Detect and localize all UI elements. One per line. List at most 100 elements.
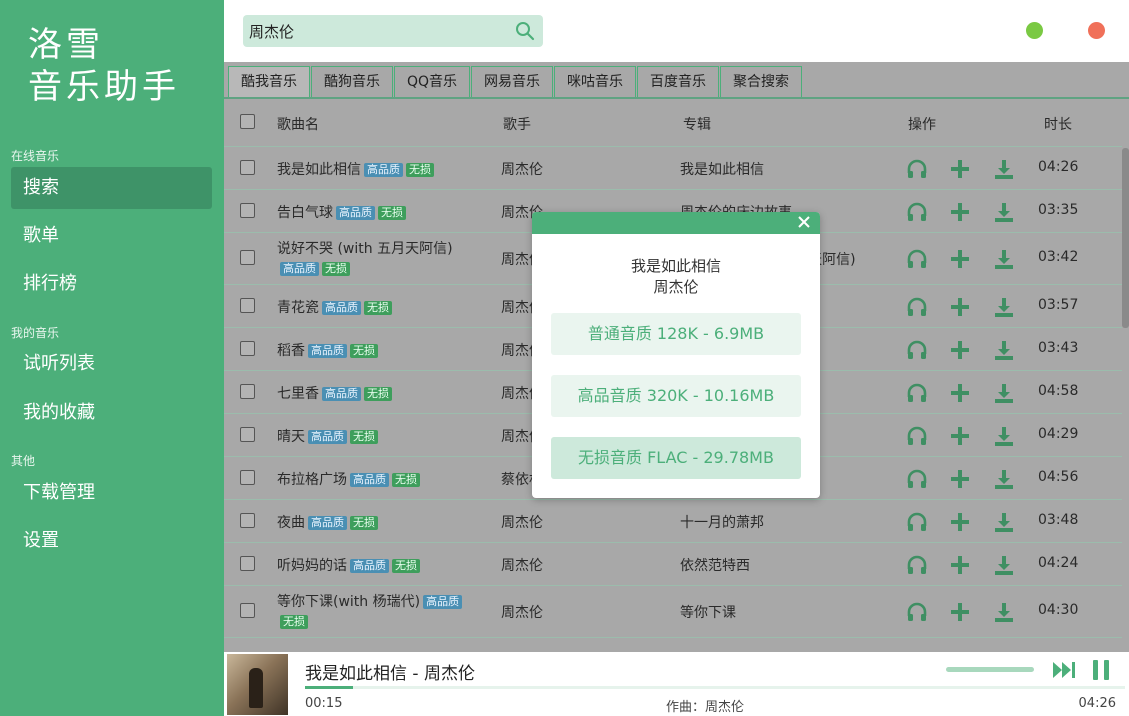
download-icon[interactable] xyxy=(993,425,1015,447)
add-icon[interactable] xyxy=(949,425,971,447)
tab-5[interactable]: 咪咕音乐 xyxy=(554,66,637,99)
add-icon[interactable] xyxy=(949,201,971,223)
row-checkbox[interactable] xyxy=(240,384,255,399)
download-icon[interactable] xyxy=(993,601,1015,623)
sidebar-item-search[interactable]: 搜索 xyxy=(11,167,212,209)
row-checkbox[interactable] xyxy=(240,160,255,175)
song-name-text: 青花瓷 xyxy=(277,300,319,316)
listen-icon[interactable] xyxy=(906,425,928,447)
song-album: 我是如此相信 xyxy=(680,162,764,178)
row-checkbox[interactable] xyxy=(240,556,255,571)
song-artist: 周杰伦 xyxy=(501,515,543,531)
download-icon[interactable] xyxy=(993,248,1015,270)
song-duration: 04:24 xyxy=(1038,555,1079,571)
sidebar-item-favorites[interactable]: 我的收藏 xyxy=(11,392,212,434)
song-artist: 周杰伦 xyxy=(501,558,543,574)
sidebar-item-downloads[interactable]: 下载管理 xyxy=(11,472,212,514)
song-artist: 周杰伦 xyxy=(501,605,543,621)
tab-2[interactable]: 酷狗音乐 xyxy=(311,66,393,99)
dialog-artist: 周杰伦 xyxy=(653,278,699,296)
volume-slider[interactable] xyxy=(946,667,1034,672)
table-row[interactable]: 我是如此相信 高品质 无损 周杰伦 我是如此相信 04:26 xyxy=(224,147,1122,190)
row-checkbox[interactable] xyxy=(240,298,255,313)
tab-7[interactable]: 聚合搜索 xyxy=(720,66,803,99)
song-name-text: 听妈妈的话 xyxy=(277,558,347,574)
row-checkbox[interactable] xyxy=(240,341,255,356)
search-input[interactable] xyxy=(249,19,509,43)
minimize-button[interactable] xyxy=(1026,22,1043,39)
listen-icon[interactable] xyxy=(906,554,928,576)
song-name-text: 告白气球 xyxy=(277,205,333,221)
table-row[interactable]: 听妈妈的话 高品质 无损 周杰伦 依然范特西 04:24 xyxy=(224,543,1122,586)
album-cover[interactable] xyxy=(227,654,288,715)
tab-1[interactable]: 酷我音乐 xyxy=(228,66,310,99)
add-icon[interactable] xyxy=(949,248,971,270)
add-icon[interactable] xyxy=(949,158,971,180)
sidebar-item-trial-list[interactable]: 试听列表 xyxy=(11,343,212,385)
row-checkbox[interactable] xyxy=(240,470,255,485)
tab-6[interactable]: 百度音乐 xyxy=(637,66,720,99)
logo-line-1: 洛雪 xyxy=(28,25,104,65)
row-checkbox[interactable] xyxy=(240,513,255,528)
next-track-icon[interactable] xyxy=(1051,659,1077,681)
add-icon[interactable] xyxy=(949,511,971,533)
badge-high-quality: 高品质 xyxy=(350,473,389,487)
table-row[interactable]: 夜曲 高品质 无损 周杰伦 十一月的萧邦 03:48 xyxy=(224,500,1122,543)
current-time: 00:15 xyxy=(305,696,343,711)
close-icon[interactable] xyxy=(796,214,812,230)
song-name: 我是如此相信 高品质 无损 xyxy=(277,159,434,179)
download-icon[interactable] xyxy=(993,296,1015,318)
add-icon[interactable] xyxy=(949,296,971,318)
search-icon[interactable] xyxy=(515,21,535,41)
sidebar-item-settings[interactable]: 设置 xyxy=(11,520,212,562)
listen-icon[interactable] xyxy=(906,468,928,490)
badge-lossless: 无损 xyxy=(350,430,378,444)
pause-icon[interactable] xyxy=(1090,659,1112,681)
header-artist: 歌手 xyxy=(503,117,531,133)
sidebar-item-playlist[interactable]: 歌单 xyxy=(11,215,212,257)
row-checkbox[interactable] xyxy=(240,427,255,442)
add-icon[interactable] xyxy=(949,601,971,623)
tab-4[interactable]: 网易音乐 xyxy=(471,66,554,99)
quality-flac-button[interactable]: 无损音质 FLAC - 29.78MB xyxy=(551,437,801,479)
add-icon[interactable] xyxy=(949,554,971,576)
dialog-song-title: 我是如此相信 xyxy=(630,257,721,275)
download-icon[interactable] xyxy=(993,382,1015,404)
listen-icon[interactable] xyxy=(906,382,928,404)
download-icon[interactable] xyxy=(993,158,1015,180)
row-checkbox[interactable] xyxy=(240,203,255,218)
listen-icon[interactable] xyxy=(906,511,928,533)
listen-icon[interactable] xyxy=(906,201,928,223)
quality-320k-button[interactable]: 高品音质 320K - 10.16MB xyxy=(551,375,801,417)
row-checkbox[interactable] xyxy=(240,250,255,265)
progress-bar[interactable] xyxy=(305,686,1125,689)
select-all-checkbox[interactable] xyxy=(240,114,255,129)
song-duration: 04:56 xyxy=(1038,469,1079,485)
listen-icon[interactable] xyxy=(906,158,928,180)
listen-icon[interactable] xyxy=(906,339,928,361)
listen-icon[interactable] xyxy=(906,248,928,270)
scrollbar[interactable] xyxy=(1122,148,1129,328)
sidebar-item-charts[interactable]: 排行榜 xyxy=(11,263,212,305)
song-name-text: 夜曲 xyxy=(277,515,305,531)
download-icon[interactable] xyxy=(993,201,1015,223)
download-icon[interactable] xyxy=(993,468,1015,490)
tab-3[interactable]: QQ音乐 xyxy=(394,66,471,99)
song-name-text: 说好不哭 (with 五月天阿信) xyxy=(277,241,453,257)
add-icon[interactable] xyxy=(949,468,971,490)
listen-icon[interactable] xyxy=(906,601,928,623)
table-row[interactable]: 等你下课(with 杨瑞代) 高品质无损 周杰伦 等你下课 04:30 xyxy=(224,586,1122,638)
download-icon[interactable] xyxy=(993,554,1015,576)
quality-128k-button[interactable]: 普通音质 128K - 6.9MB xyxy=(551,313,801,355)
song-duration: 03:42 xyxy=(1038,249,1079,265)
row-checkbox[interactable] xyxy=(240,603,255,618)
badge-lossless: 无损 xyxy=(350,516,378,530)
badge-high-quality: 高品质 xyxy=(322,301,361,315)
add-icon[interactable] xyxy=(949,339,971,361)
download-icon[interactable] xyxy=(993,339,1015,361)
listen-icon[interactable] xyxy=(906,296,928,318)
song-name: 稻香 高品质 无损 xyxy=(277,340,378,360)
add-icon[interactable] xyxy=(949,382,971,404)
download-icon[interactable] xyxy=(993,511,1015,533)
close-window-button[interactable] xyxy=(1088,22,1105,39)
